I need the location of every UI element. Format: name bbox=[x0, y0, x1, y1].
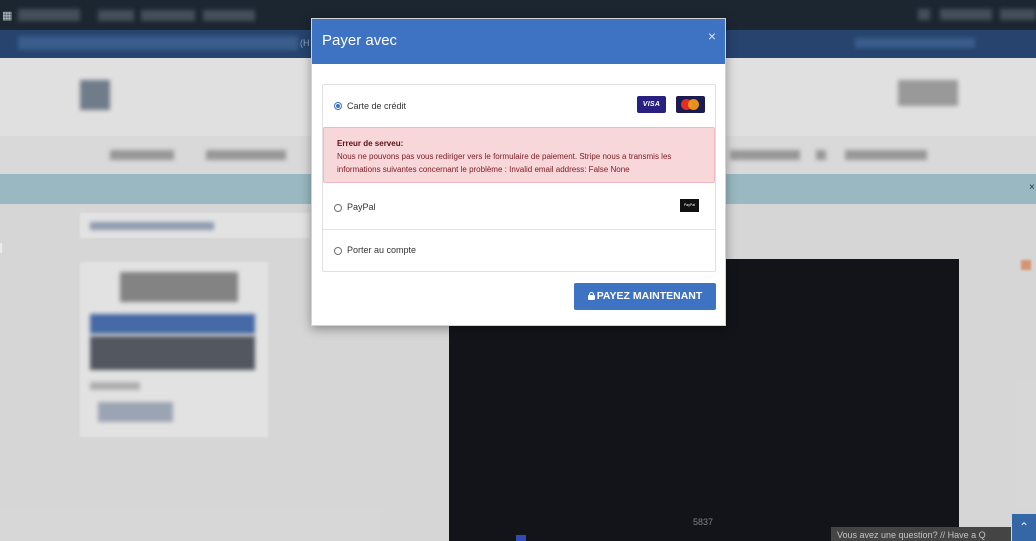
lock-icon bbox=[587, 292, 595, 300]
payment-modal: Payer avec × Carte de crédit VISA Erreur… bbox=[311, 18, 726, 326]
option-paypal-label: PayPal bbox=[347, 202, 376, 212]
paypal-logo-icon: PayPal bbox=[680, 199, 699, 212]
radio-credit-card[interactable] bbox=[334, 102, 342, 110]
pay-now-button[interactable]: PAYEZ MAINTENANT bbox=[574, 283, 716, 310]
modal-title: Payer avec bbox=[322, 32, 398, 49]
option-account[interactable]: Porter au compte bbox=[323, 229, 715, 271]
radio-paypal[interactable] bbox=[334, 204, 342, 212]
option-credit-card[interactable]: Carte de crédit VISA bbox=[323, 85, 715, 127]
option-paypal[interactable]: PayPal PayPal bbox=[323, 187, 715, 229]
pay-now-label: PAYEZ MAINTENANT bbox=[596, 290, 703, 302]
error-alert: Erreur de serveu: Nous ne pouvons pas vo… bbox=[323, 127, 715, 183]
mastercard-logo-icon bbox=[676, 96, 705, 113]
option-credit-card-label: Carte de crédit bbox=[347, 101, 407, 111]
radio-account[interactable] bbox=[334, 247, 342, 255]
payment-options: Carte de crédit VISA Erreur de serveu: N… bbox=[322, 84, 716, 272]
modal-header: Payer avec × bbox=[312, 19, 725, 64]
error-title: Erreur de serveu: bbox=[337, 139, 404, 148]
close-icon[interactable]: × bbox=[708, 29, 716, 43]
error-message: Nous ne pouvons pas vous rediriger vers … bbox=[337, 152, 672, 174]
visa-logo-icon: VISA bbox=[637, 96, 666, 113]
option-account-label: Porter au compte bbox=[347, 245, 417, 255]
